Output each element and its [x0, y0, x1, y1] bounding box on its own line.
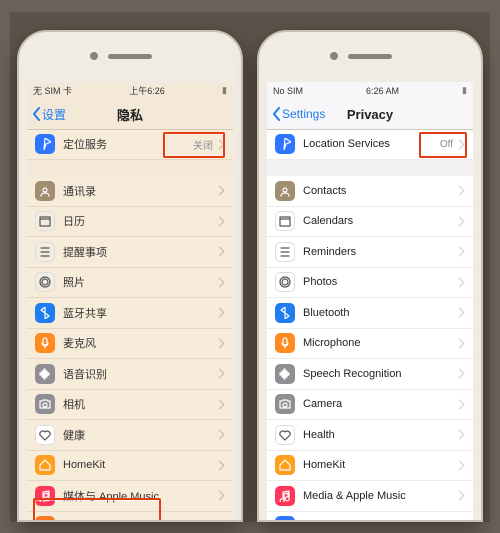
row-health[interactable]: 健康 [27, 420, 233, 451]
navigation-bar: SettingsPrivacy [267, 100, 473, 130]
reminders-icon [275, 242, 295, 262]
row-label: 提醒事项 [63, 244, 213, 260]
row-label: Media & Apple Music [303, 490, 453, 502]
home-icon [35, 455, 55, 475]
back-button[interactable]: 设置 [27, 106, 66, 123]
row-value: 关闭 [193, 137, 213, 152]
row-calendars[interactable]: Calendars [267, 207, 473, 238]
clock: 6:26 AM [366, 86, 399, 96]
row-camera[interactable]: 相机 [27, 390, 233, 421]
contacts-icon [275, 181, 295, 201]
settings-list: 定位服务关闭通讯录日历提醒事项照片蓝牙共享麦克风语音识别相机健康 HomeKit 媒… [27, 130, 233, 520]
speech-icon [35, 364, 55, 384]
calendar-icon [35, 211, 55, 231]
battery-icon: ▮ [222, 85, 227, 96]
clock: 上午6:26 [129, 84, 165, 97]
carrier: 无 SIM 卡 [33, 84, 72, 97]
row-location-services[interactable]: 定位服务关闭 [27, 130, 233, 161]
row-photos[interactable]: Photos [267, 268, 473, 299]
row-reminders[interactable]: 提醒事项 [27, 237, 233, 268]
row-label: 健康 [63, 427, 213, 443]
row-label: Contacts [303, 185, 453, 197]
photos-icon [275, 272, 295, 292]
row-bluetooth[interactable]: Bluetooth [267, 298, 473, 329]
reminders-icon [35, 242, 55, 262]
row-microphone[interactable]: Microphone [267, 329, 473, 360]
row-motion[interactable]: 运动与健身 [27, 512, 233, 520]
row-media[interactable]: Media & Apple Music [267, 481, 473, 512]
row-label: 相机 [63, 396, 213, 412]
row-bluetooth[interactable]: 蓝牙共享 [27, 298, 233, 329]
row-label: Photos [303, 276, 453, 288]
row-label: 照片 [63, 274, 213, 290]
settings-list: Location Services Off Contacts Calendars Rem… [267, 130, 473, 520]
row-label: HomeKit [63, 459, 213, 471]
location-icon [35, 134, 55, 154]
row-health[interactable]: Health [267, 420, 473, 451]
battery-icon: ▮ [462, 85, 467, 96]
back-label: 设置 [42, 106, 66, 123]
microphone-icon [275, 333, 295, 353]
row-label: Calendars [303, 215, 453, 227]
row-microphone[interactable]: 麦克风 [27, 329, 233, 360]
row-label: 语音识别 [63, 366, 213, 382]
row-speech[interactable]: 语音识别 [27, 359, 233, 390]
phone-right: No SIM6:26 AM▮SettingsPrivacyLocation Se… [257, 30, 483, 522]
row-label: Health [303, 429, 453, 441]
row-label: Microphone [303, 337, 453, 349]
music-icon [275, 486, 295, 506]
row-label: 媒体与 Apple Music [63, 488, 213, 504]
row-calendars[interactable]: 日历 [27, 207, 233, 238]
row-research[interactable]: Research [267, 512, 473, 520]
row-label: Bluetooth [303, 307, 453, 319]
microphone-icon [35, 333, 55, 353]
row-homekit[interactable]: HomeKit [27, 451, 233, 482]
row-label: 通讯录 [63, 183, 213, 199]
music-icon [35, 486, 55, 506]
back-label: Settings [282, 107, 325, 121]
contacts-icon [35, 181, 55, 201]
row-label: 运动与健身 [63, 518, 213, 519]
home-icon [275, 455, 295, 475]
calendar-icon [275, 211, 295, 231]
row-speech[interactable]: Speech Recognition [267, 359, 473, 390]
carrier: No SIM [273, 86, 303, 96]
row-camera[interactable]: Camera [267, 390, 473, 421]
row-value: Off [440, 139, 453, 150]
row-photos[interactable]: 照片 [27, 268, 233, 299]
row-label: Reminders [303, 246, 453, 258]
health-icon [275, 425, 295, 445]
row-label: 麦克风 [63, 335, 213, 351]
bluetooth-icon [35, 303, 55, 323]
row-contacts[interactable]: 通讯录 [27, 176, 233, 207]
phone-left: 无 SIM 卡上午6:26▮设置隐私定位服务关闭通讯录日历提醒事项照片蓝牙共享麦… [17, 30, 243, 522]
camera-icon [275, 394, 295, 414]
research-icon [275, 516, 295, 519]
row-label: Speech Recognition [303, 368, 453, 380]
row-media[interactable]: 媒体与 Apple Music [27, 481, 233, 512]
row-label: Location Services [303, 138, 436, 150]
health-icon [35, 425, 55, 445]
status-bar: No SIM 6:26 AM ▮ [267, 82, 473, 100]
bluetooth-icon [275, 303, 295, 323]
speech-icon [275, 364, 295, 384]
row-label: Camera [303, 398, 453, 410]
camera-icon [35, 394, 55, 414]
row-label: 日历 [63, 213, 213, 229]
row-reminders[interactable]: Reminders [267, 237, 473, 268]
location-icon [275, 134, 295, 154]
row-homekit[interactable]: HomeKit [267, 451, 473, 482]
row-label: HomeKit [303, 459, 453, 471]
status-bar: 无 SIM 卡 上午6:26 ▮ [27, 82, 233, 100]
motion-icon [35, 516, 55, 519]
row-label: 定位服务 [63, 136, 189, 152]
row-contacts[interactable]: Contacts [267, 176, 473, 207]
photos-icon [35, 272, 55, 292]
row-location-services[interactable]: Location Services Off [267, 130, 473, 161]
navigation-bar: 设置隐私 [27, 100, 233, 130]
row-label: 蓝牙共享 [63, 305, 213, 321]
back-button[interactable]: Settings [267, 107, 325, 121]
